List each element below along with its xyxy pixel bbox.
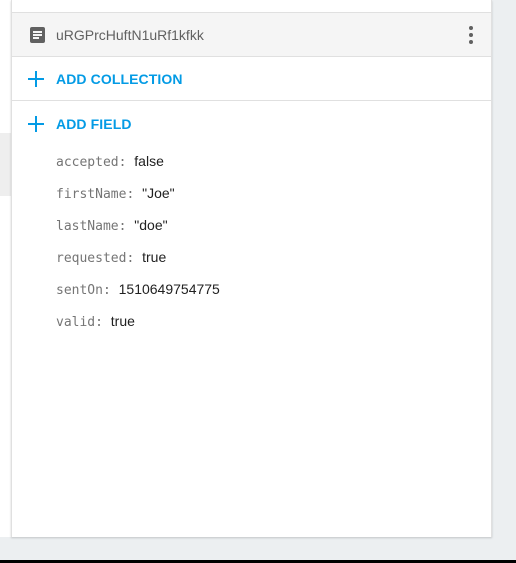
field-value: "Joe" (142, 185, 175, 201)
add-collection-button[interactable]: ADD COLLECTION (12, 57, 491, 101)
field-row[interactable]: accepted: false (56, 145, 220, 177)
plus-icon (28, 71, 44, 87)
field-row[interactable]: sentOn: 1510649754775 (56, 273, 220, 305)
field-row[interactable]: requested: true (56, 241, 220, 273)
field-value: false (134, 153, 164, 169)
field-key: firstName (56, 187, 127, 202)
field-key: valid (56, 315, 96, 330)
field-separator: : (118, 155, 135, 170)
document-header: uRGPrcHuftN1uRf1kfkk (12, 12, 491, 57)
plus-icon (28, 116, 44, 132)
field-row[interactable]: firstName: "Joe" (56, 177, 220, 209)
field-separator: : (126, 251, 143, 266)
field-key: accepted (56, 155, 119, 170)
field-value: true (110, 313, 135, 329)
field-separator: : (95, 315, 111, 330)
more-vert-icon[interactable] (464, 23, 478, 47)
document-icon (30, 27, 45, 43)
add-field-button[interactable]: ADD FIELD (12, 102, 491, 146)
field-row[interactable]: lastName: "doe" (56, 209, 220, 241)
add-collection-label: ADD COLLECTION (56, 71, 183, 87)
field-value: true (142, 249, 167, 265)
field-key: requested (56, 251, 127, 266)
field-separator: : (118, 219, 135, 234)
add-field-label: ADD FIELD (56, 116, 132, 132)
field-row[interactable]: valid: true (56, 305, 220, 337)
field-value: 1510649754775 (118, 281, 220, 297)
document-id-title: uRGPrcHuftN1uRf1kfkk (56, 27, 204, 43)
field-key: sentOn (56, 283, 103, 298)
field-value: "doe" (134, 217, 168, 233)
field-separator: : (102, 283, 119, 298)
document-panel: uRGPrcHuftN1uRf1kfkk ADD COLLECTION ADD … (11, 0, 492, 537)
field-key: lastName (56, 219, 119, 234)
field-list: accepted: false firstName: "Joe" lastNam… (56, 145, 220, 337)
field-separator: : (126, 187, 143, 202)
